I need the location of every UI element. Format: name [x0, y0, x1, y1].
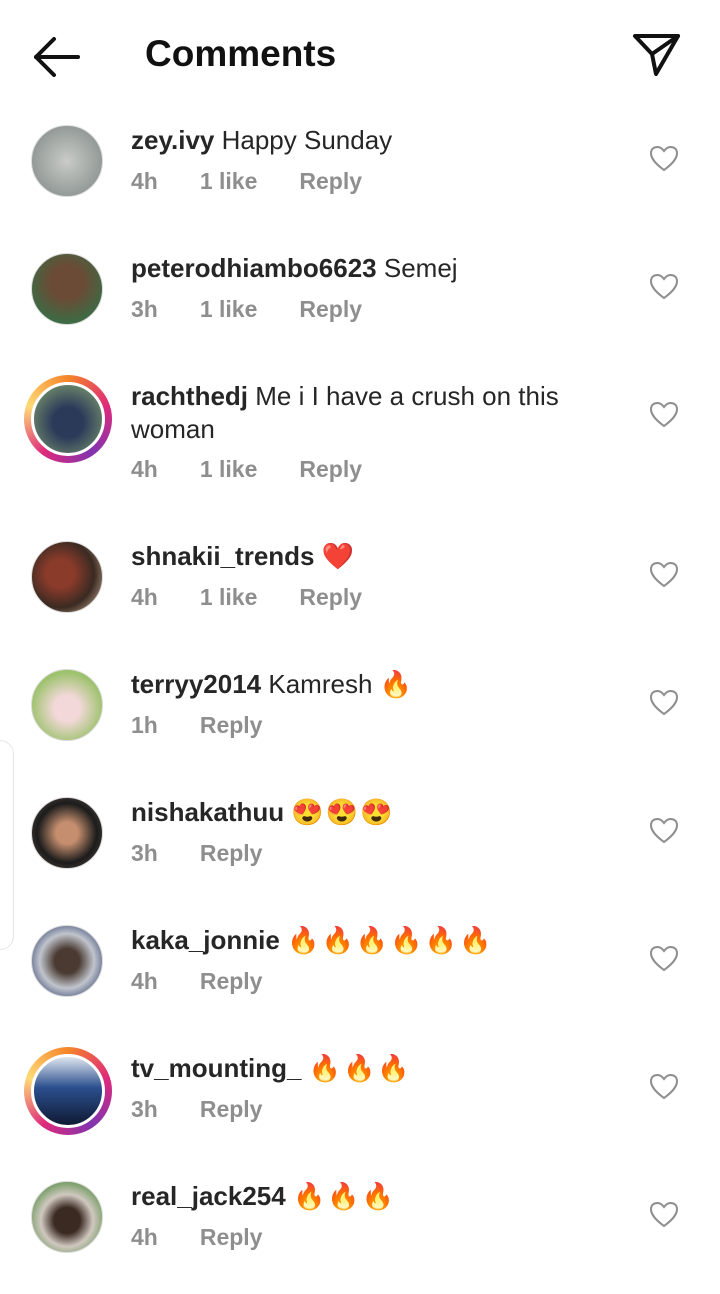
comment-username[interactable]: shnakii_trends: [131, 541, 315, 571]
comment-row: rachthedj Me i I have a crush on this wo…: [0, 366, 720, 526]
comment-likes[interactable]: 1 like: [200, 168, 258, 195]
comment-likes[interactable]: 1 like: [200, 584, 258, 611]
comment-text: peterodhiambo6623 Semej: [131, 252, 601, 285]
avatar[interactable]: [24, 1047, 112, 1135]
comment-meta: 3h Reply: [131, 1096, 304, 1123]
comment-username[interactable]: zey.ivy: [131, 125, 214, 155]
reply-button[interactable]: Reply: [299, 584, 362, 611]
comment-meta: 4h Reply: [131, 1224, 304, 1251]
comment-text: real_jack254 🔥🔥🔥: [131, 1180, 601, 1213]
comment-row: real_jack254 🔥🔥🔥 4h Reply: [0, 1166, 720, 1294]
comment-meta: 4h 1 like Reply: [131, 168, 404, 195]
send-icon[interactable]: [628, 26, 684, 82]
comment-likes[interactable]: 1 like: [200, 296, 258, 323]
comment-username[interactable]: kaka_jonnie: [131, 925, 280, 955]
comment-time: 4h: [131, 1224, 158, 1250]
avatar[interactable]: [24, 375, 112, 463]
comment-body: Happy Sunday: [221, 125, 393, 155]
comment-time: 4h: [131, 968, 158, 994]
avatar[interactable]: [31, 797, 105, 871]
comment-body: Semej: [383, 253, 458, 283]
comment-row: tv_mounting_ 🔥🔥🔥 3h Reply: [0, 1038, 720, 1166]
page-title: Comments: [145, 33, 337, 74]
comment-meta: 1h Reply: [131, 712, 304, 739]
heart-icon[interactable]: [649, 561, 679, 588]
heart-icon[interactable]: [649, 817, 679, 844]
avatar[interactable]: [31, 925, 105, 999]
comment-text: terryy2014 Kamresh 🔥: [131, 668, 601, 701]
comment-username[interactable]: real_jack254: [131, 1181, 286, 1211]
avatar[interactable]: [31, 125, 105, 199]
comment-row: nishakathuu 😍😍😍 3h Reply: [0, 782, 720, 910]
avatar[interactable]: [31, 1181, 105, 1255]
comment-body: 🔥🔥🔥🔥🔥🔥: [287, 925, 494, 955]
comment-time: 4h: [131, 456, 158, 482]
comment-meta: 3h 1 like Reply: [131, 296, 404, 323]
comment-body: 🔥🔥🔥: [292, 1181, 397, 1211]
comment-meta: 4h 1 like Reply: [131, 456, 404, 483]
comment-username[interactable]: rachthedj: [131, 381, 248, 411]
heart-icon[interactable]: [649, 689, 679, 716]
comment-meta: 4h 1 like Reply: [131, 584, 404, 611]
comment-row: kaka_jonnie 🔥🔥🔥🔥🔥🔥 4h Reply: [0, 910, 720, 1038]
comment-likes[interactable]: 1 like: [200, 456, 258, 483]
comment-username[interactable]: terryy2014: [131, 669, 261, 699]
comment-time: 3h: [131, 1096, 158, 1122]
reply-button[interactable]: Reply: [299, 296, 362, 323]
reply-button[interactable]: Reply: [200, 1224, 263, 1251]
heart-icon[interactable]: [649, 1201, 679, 1228]
comment-body: 😍😍😍: [291, 797, 395, 827]
back-arrow-icon[interactable]: [28, 30, 84, 82]
comment-body: Kamresh 🔥: [268, 669, 412, 699]
comment-time: 4h: [131, 584, 158, 610]
comment-meta: 3h Reply: [131, 840, 304, 867]
comment-username[interactable]: peterodhiambo6623: [131, 253, 377, 283]
reply-button[interactable]: Reply: [200, 840, 263, 867]
reply-button[interactable]: Reply: [299, 168, 362, 195]
comment-username[interactable]: tv_mounting_: [131, 1053, 301, 1083]
header: Comments: [0, 0, 720, 110]
comment-body: 🔥🔥🔥: [308, 1053, 412, 1083]
comment-list: zey.ivy Happy Sunday 4h 1 like Reply pet…: [0, 110, 720, 1294]
reply-button[interactable]: Reply: [200, 712, 263, 739]
comment-row: shnakii_trends ❤️ 4h 1 like Reply: [0, 526, 720, 654]
heart-icon[interactable]: [649, 1073, 679, 1100]
comment-text: nishakathuu 😍😍😍: [131, 796, 601, 829]
avatar[interactable]: [31, 669, 105, 743]
avatar[interactable]: [31, 541, 105, 615]
reply-button[interactable]: Reply: [299, 456, 362, 483]
comment-text: zey.ivy Happy Sunday: [131, 124, 601, 157]
comment-text: kaka_jonnie 🔥🔥🔥🔥🔥🔥: [131, 924, 601, 957]
comment-row: terryy2014 Kamresh 🔥 1h Reply: [0, 654, 720, 782]
heart-icon[interactable]: [649, 145, 679, 172]
comment-body: ❤️: [321, 541, 357, 571]
reply-button[interactable]: Reply: [200, 968, 263, 995]
heart-icon[interactable]: [649, 401, 679, 428]
comment-time: 1h: [131, 712, 158, 738]
comment-time: 3h: [131, 296, 158, 322]
comment-text: rachthedj Me i I have a crush on this wo…: [131, 380, 601, 446]
comment-text: shnakii_trends ❤️: [131, 540, 601, 573]
comment-meta: 4h Reply: [131, 968, 304, 995]
reply-button[interactable]: Reply: [200, 1096, 263, 1123]
comment-row: zey.ivy Happy Sunday 4h 1 like Reply: [0, 110, 720, 238]
comment-username[interactable]: nishakathuu: [131, 797, 284, 827]
avatar[interactable]: [31, 253, 105, 327]
comment-text: tv_mounting_ 🔥🔥🔥: [131, 1052, 601, 1085]
heart-icon[interactable]: [649, 945, 679, 972]
comment-time: 4h: [131, 168, 158, 194]
heart-icon[interactable]: [649, 273, 679, 300]
comment-time: 3h: [131, 840, 158, 866]
comment-row: peterodhiambo6623 Semej 3h 1 like Reply: [0, 238, 720, 366]
